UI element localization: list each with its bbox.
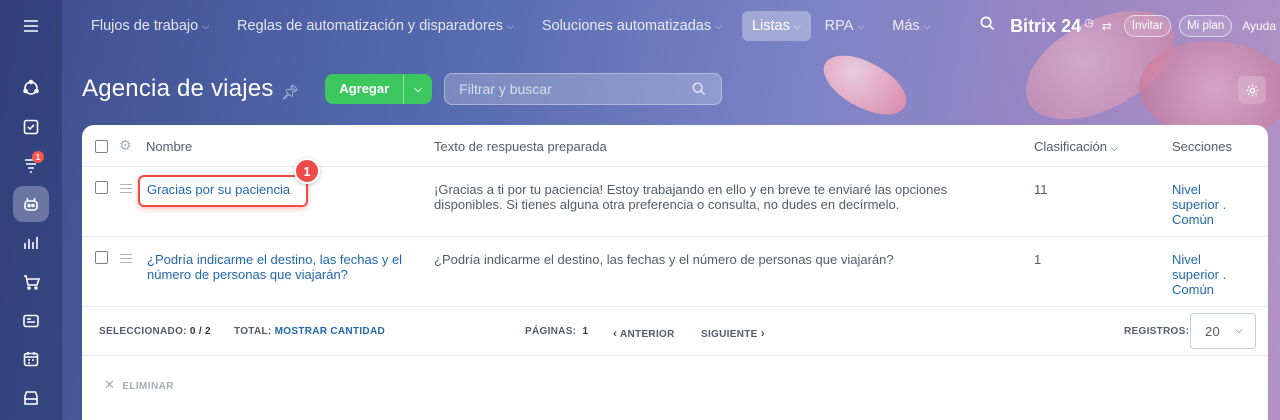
calendar-icon[interactable] [13, 341, 49, 377]
settings-gear-icon[interactable] [1238, 76, 1266, 104]
row-checkbox[interactable] [95, 251, 108, 264]
close-icon: ✕ [104, 377, 116, 392]
row-sort: 1 [1034, 252, 1042, 267]
shop-cart-icon[interactable] [13, 264, 49, 300]
help-link[interactable]: Ayuda [1242, 19, 1276, 33]
drag-handle-icon[interactable] [120, 254, 132, 263]
swap-icon[interactable]: ⇄ [1102, 19, 1112, 33]
search-icon[interactable] [979, 15, 996, 37]
prev-page-button[interactable]: ‹ ANTERIOR [613, 326, 675, 340]
nav-automated-solutions[interactable]: Soluciones automatizadas ⌵ [542, 11, 722, 41]
selected-count: SELECCIONADO: 0 / 2 [99, 326, 211, 337]
show-count-link[interactable]: MOSTRAR CANTIDAD [275, 326, 385, 337]
table-row[interactable]: ¿Podría indicarme el destino, las fechas… [82, 237, 1268, 307]
brand-logo: Bitrix 24 ◷ ⇄ [1010, 15, 1112, 36]
row-section-link[interactable]: Nivel superior . Común [1172, 182, 1230, 227]
nav-automation-rules[interactable]: Reglas de automatización y disparadores ⌵ [237, 11, 514, 41]
tasks-icon[interactable] [13, 109, 49, 145]
highlight-frame [138, 175, 308, 207]
row-checkbox[interactable] [95, 181, 108, 194]
decorative-petal [814, 40, 916, 130]
filter-placeholder: Filtrar y buscar [459, 81, 552, 97]
drag-handle-icon[interactable] [120, 184, 132, 193]
delete-button[interactable]: ✕ ELIMINAR [104, 377, 174, 393]
nav-rpa[interactable]: RPA ⌵ [825, 11, 865, 41]
list-grid: ⚙ Nombre Texto de respuesta preparada Cl… [82, 125, 1268, 420]
chevron-down-icon[interactable]: ⌵ [404, 84, 432, 95]
nav-more[interactable]: Más ⌵ [892, 11, 930, 41]
page-title: Agencia de viajes [82, 75, 274, 102]
add-button[interactable]: Agregar ⌵ [325, 74, 433, 104]
row-sort: 11 [1034, 182, 1048, 197]
left-sidebar: 1 [0, 0, 62, 420]
pagination: PÁGINAS: 1 [525, 326, 589, 337]
top-right-toolbar: Bitrix 24 ◷ ⇄ Invitar Mi plan Ayuda [979, 0, 1280, 52]
nav-workflows[interactable]: Flujos de trabajo ⌵ [91, 11, 209, 41]
grid-header: ⚙ Nombre Texto de respuesta preparada Cl… [82, 125, 1268, 167]
row-text: ¡Gracias a ti por tu paciencia! Estoy tr… [434, 182, 948, 212]
chevron-down-icon: ⌵ [1235, 325, 1243, 336]
column-header-sort[interactable]: Clasificación ⌵ [1034, 139, 1118, 154]
nav-lists[interactable]: Listas ⌵ [741, 11, 811, 41]
contact-card-icon[interactable] [13, 303, 49, 339]
notification-badge: 1 [32, 151, 44, 163]
add-button-label[interactable]: Agregar [325, 74, 405, 104]
step-marker: 1 [294, 158, 320, 184]
filter-search-input[interactable]: Filtrar y buscar [444, 73, 723, 105]
column-settings-icon[interactable]: ⚙ [119, 137, 132, 154]
total-count: TOTAL: MOSTRAR CANTIDAD [234, 326, 385, 337]
column-header-text[interactable]: Texto de respuesta preparada [434, 139, 607, 154]
store-icon[interactable] [13, 380, 49, 416]
crm-icon[interactable] [13, 70, 49, 106]
clock-icon: ◷ [1084, 16, 1094, 29]
next-page-button[interactable]: SIGUIENTE › [701, 326, 765, 340]
grid-footer: SELECCIONADO: 0 / 2 TOTAL: MOSTRAR CANTI… [82, 306, 1268, 356]
column-header-name[interactable]: Nombre [146, 139, 192, 154]
row-section-link[interactable]: Nivel superior . Común [1172, 252, 1230, 297]
search-icon[interactable] [691, 81, 707, 97]
page-header: Agencia de viajes 📌︎ Agregar ⌵ Filtrar y… [82, 72, 723, 106]
column-header-sections[interactable]: Secciones [1172, 139, 1232, 154]
analytics-icon[interactable] [13, 225, 49, 261]
row-name-link[interactable]: ¿Podría indicarme el destino, las fechas… [147, 252, 412, 282]
my-plan-button[interactable]: Mi plan [1179, 15, 1233, 37]
records-per-page-select[interactable]: 20 ⌵ [1190, 313, 1256, 349]
automation-icon[interactable] [13, 186, 49, 222]
pin-icon[interactable]: 📌︎ [282, 84, 300, 101]
menu-icon[interactable] [13, 8, 49, 44]
records-label: REGISTROS: [1124, 326, 1190, 337]
select-all-checkbox[interactable] [95, 140, 108, 153]
invite-button[interactable]: Invitar [1123, 15, 1172, 37]
row-text: ¿Podría indicarme el destino, las fechas… [434, 252, 894, 267]
feed-icon[interactable]: 1 [13, 147, 49, 183]
